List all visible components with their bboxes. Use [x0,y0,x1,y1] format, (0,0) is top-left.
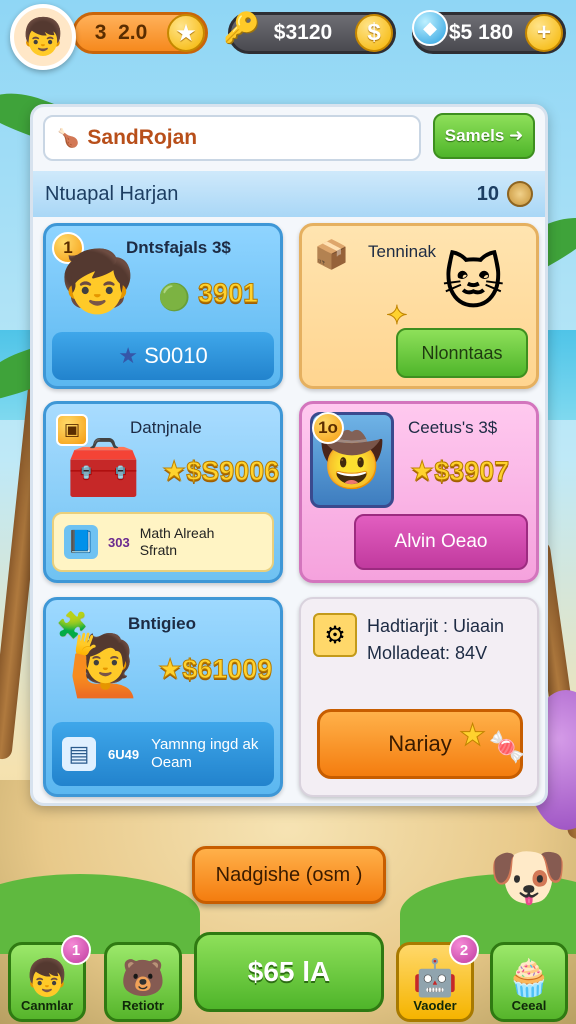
search-button-label: Samels [444,126,505,145]
top-hud: 3 2.0 ★ 👦 $3120 $ 🔑 $5 180 + ◆ [0,0,576,70]
search-field[interactable]: 🍗 SandRojan [43,115,421,161]
list-count: 10 [476,182,499,205]
candy-icon: 🍬 [488,731,526,764]
card-action-button[interactable]: Nlonntaas [396,328,528,378]
level-value: 2.0 [118,21,148,44]
notification-badge: 2 [449,935,479,965]
item-card[interactable]: 📦 Tenninak 🐱 ✦ Nlonntaas [299,223,539,389]
nav-item-label: Vaoder [413,998,457,1013]
box-icon: 📦 [314,239,349,270]
gem-icon: ◆ [408,6,452,50]
card-bottom-value: S0010 [144,343,208,368]
card-sub-prefix: 303 [108,534,130,550]
boy-character-icon: 🙋 [68,632,143,699]
card-sub-line1: Math Alreah [139,525,215,542]
item-card[interactable]: ⚙ Hadtiarjit : Uiaain Molladeat: 84V Nar… [299,597,539,797]
character-icon: 🧒 [60,248,135,315]
cat-mascot-icon: 🐱 [442,249,505,316]
item-card[interactable]: 🧩 Bntigieo 🙋 ★$61009 ▤ 6U49 Yamnng ingd … [43,597,283,797]
main-panel: 🍗 SandRojan Samels ➜ Ntuapal Harjan 10 1… [30,104,548,806]
star-icon: ★ [459,719,487,753]
level-prefix: 3 [94,21,107,44]
nav-item-candy[interactable]: 🧁 Ceeal [490,942,568,1022]
coin-plus-button[interactable]: $ [355,14,393,52]
card-sub-prefix: 6U49 [108,746,140,762]
coins-value: $3120 [273,21,333,44]
level-pill: 3 2.0 ★ [72,12,208,54]
pink-candy-icon: 🧁 [506,957,552,998]
star-plus-icon[interactable]: ★ [167,14,205,52]
nav-item-vendor[interactable]: 🤖 Vaoder 2 [396,935,479,1022]
card-badge: 1o [312,412,344,444]
item-card[interactable]: ▣ Datnjnale 🧰 ★$S9006 📘 303 Math Alreah … [43,401,283,583]
info-icon[interactable] [507,181,533,207]
star-icon: ★ [409,456,435,487]
card-sub-line1: Yamnng ingd ak [151,736,259,753]
card-price: 3901 [197,278,259,309]
card-price: $61009 [182,654,273,685]
robot-icon: 🤖 [412,957,458,998]
key-icon: 🔑 [223,11,261,45]
card-title: Ceetus's 3$ [408,418,498,437]
nav-item-label: Ceeal [511,998,547,1013]
gems-plus-button[interactable]: + [525,14,563,52]
card-title: Datnjnale [130,418,202,437]
card-button-label: Nariay [388,731,452,756]
arrow-right-icon: ➜ [509,126,524,145]
card-price: $3907 [434,456,510,487]
card-title: Dntsfajals 3$ [126,238,231,257]
search-value: SandRojan [87,126,198,149]
book-icon: 📘 [64,525,98,559]
machine-icon: ⚙ [313,613,357,657]
search-icon: 🍗 [57,127,80,148]
list-title: Ntuapal Harjan [45,182,179,205]
list-header: Ntuapal Harjan 10 [33,171,545,217]
card-box-icon: ▤ [62,737,96,771]
center-action-button[interactable]: Nadgishe (osm ) [192,846,386,904]
dog-mascot-icon: 🐶 [488,841,568,913]
card-sub-line2: Sfratn [139,542,178,558]
card-line2: Molladeat: 84V [367,643,488,663]
item-card[interactable]: 1 Dntsfajals 3$ 🧒 🟢 3901 ★ S0010 [43,223,283,389]
bottom-nav-right: 🤖 Vaoder 2 🧁 Ceeal [0,924,576,1024]
star-icon: ★ [157,654,183,685]
card-sub-line2: Oeam [151,754,192,771]
card-price: $S9006 [186,456,280,487]
star-icon: ★ [118,343,138,368]
treasure-chest-icon: 🧰 [66,434,141,501]
card-action-button[interactable]: Nariay ★ 🍬 [317,709,526,779]
search-button[interactable]: Samels ➜ [433,113,535,159]
card-action[interactable]: ★ S0010 [52,332,274,380]
card-info-box: ▤ 6U49 Yamnng ingd ak Oeam [52,722,274,786]
star-icon: ★ [161,456,187,487]
sparkle-icon: ✦ [386,300,409,331]
player-avatar[interactable]: 👦 [10,4,76,70]
green-gem-icon: 🟢 [158,282,191,312]
card-title: Tenninak [368,242,437,261]
card-line1: Hadtiarjit : Uiaain [367,616,505,636]
card-info-box: 📘 303 Math Alreah Sfratn [52,512,274,572]
item-card[interactable]: 🤠 1o Ceetus's 3$ ★$3907 Alvin Oeao [299,401,539,583]
card-action-button[interactable]: Alvin Oeao [354,514,528,570]
